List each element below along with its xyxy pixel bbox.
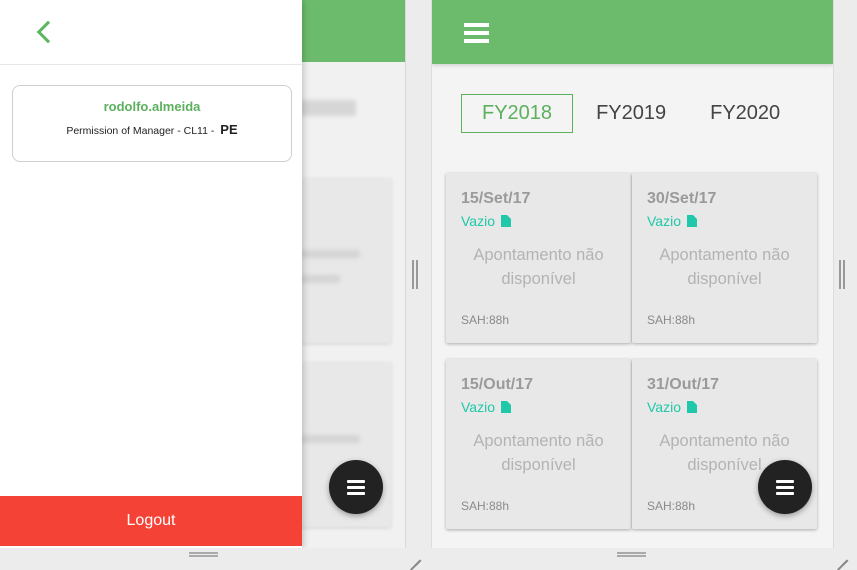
card-status: Vazio: [461, 213, 511, 229]
menu-fab-button[interactable]: [758, 460, 812, 514]
card-status: Vazio: [647, 213, 697, 229]
card-date: 15/Out/17: [461, 376, 534, 393]
username: rodolfo.almeida: [103, 99, 201, 114]
background-blur-line: [300, 250, 360, 258]
resize-corner-grip[interactable]: [836, 548, 848, 560]
status-label: Vazio: [647, 213, 681, 229]
document-icon: [500, 401, 511, 413]
resize-corner-grip[interactable]: [409, 548, 421, 560]
document-icon: [686, 215, 697, 227]
card-date: 30/Set/17: [647, 190, 717, 207]
logout-button[interactable]: Logout: [0, 496, 302, 546]
menu-icon: [776, 479, 794, 483]
card-message: Apontamento não disponível: [473, 432, 604, 474]
document-icon: [686, 401, 697, 413]
status-label: Vazio: [461, 213, 495, 229]
timesheet-card[interactable]: 30/Set/17 Vazio Apontamento não disponív…: [632, 173, 817, 343]
fiscal-year-tabs: FY2018 FY2019 FY2020: [461, 94, 801, 133]
menu-fab-button[interactable]: [329, 460, 383, 514]
menu-icon[interactable]: [464, 23, 489, 43]
tab-fy2019[interactable]: FY2019: [575, 94, 689, 133]
card-status: Vazio: [647, 399, 697, 415]
permission-text: Permission of Manager - CL11 -: [66, 125, 215, 137]
card-sah: SAH:88h: [461, 499, 510, 513]
menu-icon-bar: [776, 491, 794, 495]
menu-icon-bar: [464, 23, 489, 27]
menu-icon-bar: [347, 491, 365, 495]
background-blur-line: [300, 435, 360, 443]
card-date: 31/Out/17: [647, 376, 720, 393]
status-label: Vazio: [461, 399, 495, 415]
right-device-frame: FY2018 FY2019 FY2020 15/Set/17 Vazio Apo…: [431, 0, 834, 548]
card-sah: SAH:88h: [461, 313, 510, 327]
timesheet-card[interactable]: 15/Set/17 Vazio Apontamento não disponív…: [446, 173, 631, 343]
vertical-resize-grip[interactable]: [839, 260, 845, 289]
menu-icon-bar: [347, 485, 365, 489]
card-date: 15/Set/17: [461, 190, 531, 207]
menu-icon-bar: [776, 485, 794, 489]
document-icon: [500, 215, 511, 227]
card-status: Vazio: [461, 399, 511, 415]
permission-line: Permission of Manager - CL11 - PE: [13, 122, 291, 137]
background-card: [296, 178, 391, 343]
menu-icon-bar: [464, 39, 489, 43]
navigation-drawer: rodolfo.almeida Permission of Manager - …: [0, 0, 302, 548]
menu-icon: [347, 479, 365, 483]
menu-icon-bar: [464, 31, 489, 35]
timesheet-card[interactable]: 15/Out/17 Vazio Apontamento não disponív…: [446, 359, 631, 529]
tab-fy2018[interactable]: FY2018: [461, 94, 574, 133]
horizontal-resize-grip[interactable]: [617, 552, 646, 557]
horizontal-resize-grip[interactable]: [189, 552, 218, 557]
vertical-resize-grip[interactable]: [412, 260, 418, 289]
role-code: PE: [220, 122, 238, 137]
app-header: [432, 0, 833, 64]
background-blurred-title: [296, 100, 356, 116]
user-profile-card: rodolfo.almeida Permission of Manager - …: [12, 85, 292, 162]
left-device-frame: rodolfo.almeida Permission of Manager - …: [0, 0, 406, 548]
card-message: Apontamento não disponível: [473, 246, 604, 288]
drawer-header: [0, 0, 302, 65]
back-chevron-icon[interactable]: [36, 20, 60, 44]
card-sah: SAH:88h: [647, 499, 696, 513]
tab-fy2020[interactable]: FY2020: [689, 94, 801, 133]
card-message: Apontamento não disponível: [659, 246, 790, 288]
background-blur-line: [300, 275, 340, 283]
status-label: Vazio: [647, 399, 681, 415]
card-sah: SAH:88h: [647, 313, 696, 327]
